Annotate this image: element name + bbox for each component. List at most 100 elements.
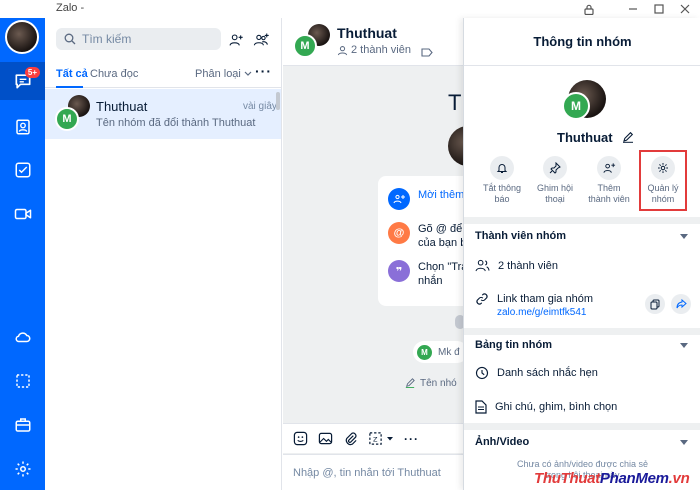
attach-button[interactable] bbox=[343, 431, 358, 446]
active-tab-indicator bbox=[56, 86, 83, 88]
more-options-button[interactable]: ··· bbox=[255, 63, 272, 79]
bell-icon bbox=[490, 156, 514, 180]
minimize-icon bbox=[629, 8, 637, 10]
chevron-down-icon[interactable] bbox=[680, 234, 688, 239]
contacts-nav-button[interactable] bbox=[0, 108, 45, 146]
scrollbar[interactable] bbox=[276, 92, 280, 110]
settings-nav-button[interactable] bbox=[0, 450, 45, 488]
link-icon bbox=[476, 293, 488, 305]
member-count: 2 thành viên bbox=[498, 259, 558, 272]
filter-label: Phân loại bbox=[195, 68, 241, 80]
media-section-title[interactable]: Ảnh/Video bbox=[475, 436, 529, 448]
screenshot-nav-button[interactable] bbox=[0, 362, 45, 400]
add-group-icon bbox=[388, 188, 410, 210]
add-member-label-line1: Thêm bbox=[597, 183, 621, 193]
pin-label-line1: Ghim hội bbox=[536, 183, 573, 193]
notice-text: Mk đ bbox=[438, 346, 460, 358]
pin-label-line2: thoại bbox=[545, 194, 565, 204]
add-friend-icon bbox=[229, 34, 243, 46]
left-rail: 5+ bbox=[0, 0, 45, 490]
group-avatar-letter: M bbox=[55, 107, 79, 131]
reminders-row[interactable]: Danh sách nhắc hẹn bbox=[475, 366, 598, 380]
filter-dropdown[interactable]: Phân loại bbox=[195, 68, 252, 80]
member-count-row[interactable]: 2 thành viên bbox=[475, 259, 558, 272]
tip-mention-text: Gõ @ để t của bạn b bbox=[418, 222, 463, 250]
chevron-down-icon[interactable] bbox=[680, 343, 688, 348]
image-button[interactable] bbox=[318, 431, 333, 446]
board-section-title[interactable]: Bảng tin nhóm bbox=[475, 339, 552, 351]
add-member-icon bbox=[597, 156, 621, 180]
svg-text:Z: Z bbox=[373, 435, 378, 443]
sticker-button[interactable] bbox=[293, 431, 308, 446]
messages-nav-button[interactable]: 5+ bbox=[0, 62, 45, 100]
pencil-icon bbox=[623, 131, 634, 143]
chat-area: M Thuthuat 2 thành viên Th Mời thêm @ Gõ… bbox=[283, 18, 463, 490]
add-member-button[interactable]: Thêm thành viên bbox=[585, 156, 633, 205]
cloud-icon bbox=[14, 332, 30, 343]
close-button[interactable] bbox=[672, 0, 698, 18]
conversation-name: Thuthuat bbox=[96, 99, 148, 114]
tab-unread[interactable]: Chưa đọc bbox=[90, 68, 138, 80]
more-tools-button[interactable]: ··· bbox=[404, 432, 419, 446]
share-link-button[interactable] bbox=[671, 294, 691, 314]
members-section-title[interactable]: Thành viên nhóm bbox=[475, 230, 566, 242]
chat-title[interactable]: Thuthuat bbox=[337, 25, 397, 41]
unread-badge: 5+ bbox=[24, 67, 40, 78]
conversation-tabs: Tất cả Chưa đọc Phân loại ··· bbox=[45, 62, 281, 88]
mute-notifications-button[interactable]: Tắt thông báo bbox=[478, 156, 526, 205]
sticker-icon bbox=[293, 431, 308, 446]
tip-reply-text: Chọn "Trả nhắn bbox=[418, 260, 463, 288]
invite-link[interactable]: zalo.me/g/eimtfk541 bbox=[497, 307, 587, 318]
pin-conversation-button[interactable]: Ghim hội thoại bbox=[531, 156, 579, 205]
video-icon bbox=[14, 208, 31, 220]
pin-icon bbox=[543, 156, 567, 180]
copy-link-button[interactable] bbox=[645, 294, 665, 314]
chevron-down-icon[interactable] bbox=[680, 440, 688, 445]
todo-nav-button[interactable] bbox=[0, 151, 45, 189]
tip-invite-label: Mời thêm bbox=[418, 189, 463, 201]
highlight-box bbox=[639, 150, 687, 211]
briefcase-icon bbox=[15, 418, 30, 432]
cloud-nav-button[interactable] bbox=[0, 318, 45, 356]
tag-icon[interactable] bbox=[421, 46, 433, 60]
tip-reply-line1: Chọn "Trả bbox=[418, 261, 463, 273]
search-input[interactable] bbox=[82, 32, 212, 46]
message-input[interactable] bbox=[293, 467, 463, 479]
screenshot-button[interactable]: Z bbox=[368, 431, 394, 446]
clock-icon bbox=[475, 366, 489, 380]
maximize-button[interactable] bbox=[646, 0, 672, 18]
video-call-nav-button[interactable] bbox=[0, 195, 45, 233]
add-friend-button[interactable] bbox=[226, 30, 246, 50]
tip-invite[interactable]: Mời thêm bbox=[388, 188, 463, 210]
close-icon bbox=[680, 4, 690, 14]
toolbox-nav-button[interactable] bbox=[0, 406, 45, 444]
my-avatar[interactable] bbox=[5, 20, 39, 54]
lock-icon[interactable] bbox=[576, 0, 602, 18]
watermark-part3: .vn bbox=[668, 470, 690, 487]
search-icon bbox=[64, 33, 76, 45]
person-icon bbox=[337, 45, 348, 55]
reminders-label: Danh sách nhắc hẹn bbox=[497, 367, 598, 379]
minimize-button[interactable] bbox=[620, 0, 646, 18]
tab-all[interactable]: Tất cả bbox=[56, 68, 88, 80]
capture-icon: Z bbox=[369, 432, 382, 445]
edit-name-button[interactable] bbox=[619, 128, 637, 146]
note-icon bbox=[475, 400, 487, 414]
quote-icon: ❞ bbox=[388, 260, 410, 282]
list-item[interactable]: M Thuthuat vài giây Tên nhóm đã đổi thàn… bbox=[45, 89, 281, 139]
message-composer[interactable] bbox=[283, 454, 463, 490]
title-bar: Zalo - bbox=[0, 0, 700, 18]
member-count-label: 2 thành viên bbox=[351, 44, 411, 56]
rename-notice-text: Tên nhó bbox=[420, 377, 457, 389]
chat-member-count[interactable]: 2 thành viên bbox=[337, 44, 411, 56]
rename-notice: Tên nhó bbox=[405, 373, 457, 393]
add-group-icon bbox=[253, 33, 269, 46]
group-info-panel: Thông tin nhóm M Thuthuat Tắt thông báo G… bbox=[463, 18, 700, 490]
tip-mention-line1: Gõ @ để t bbox=[418, 223, 463, 235]
checkbox-icon bbox=[15, 162, 30, 178]
search-box[interactable] bbox=[56, 28, 221, 50]
create-group-button[interactable] bbox=[251, 30, 271, 50]
notes-row[interactable]: Ghi chú, ghim, bình chọn bbox=[475, 400, 617, 414]
invite-link-row: Link tham gia nhóm bbox=[475, 292, 593, 306]
conversation-list-panel: Tất cả Chưa đọc Phân loại ··· M Thuthuat… bbox=[45, 18, 282, 490]
